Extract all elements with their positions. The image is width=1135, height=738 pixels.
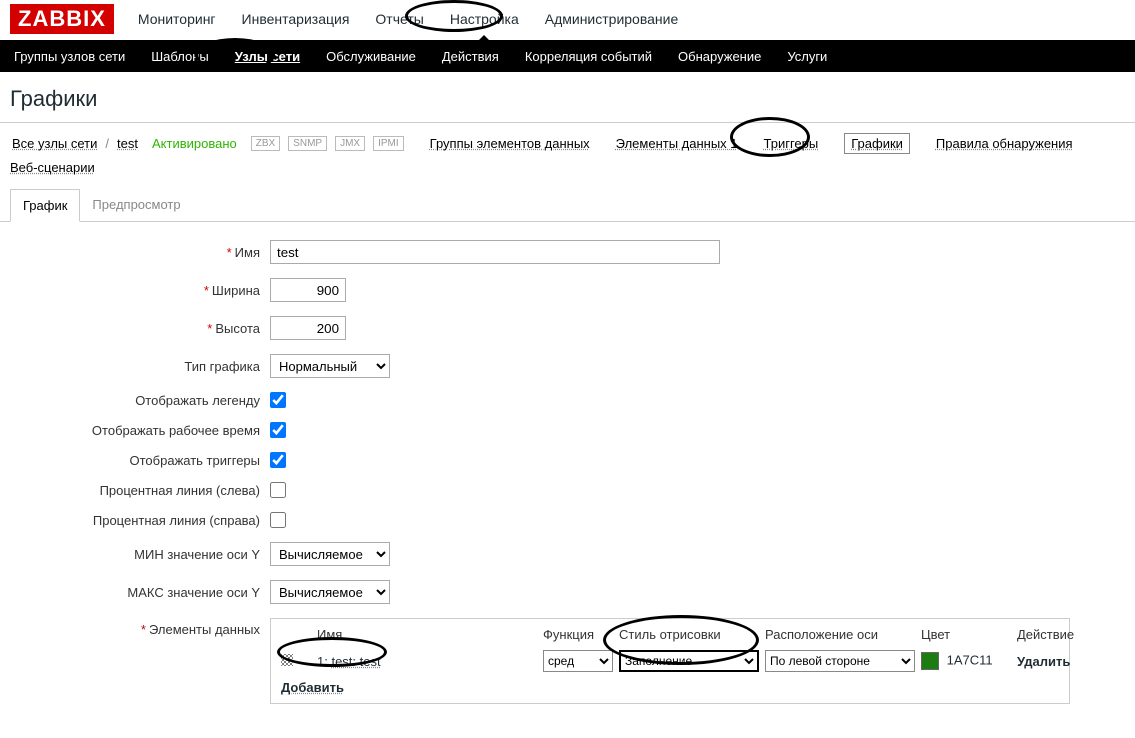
hostnav-discovery-rules[interactable]: Правила обнаружения xyxy=(936,136,1073,151)
maintab-config[interactable]: Настройка xyxy=(444,7,525,31)
crumb-host[interactable]: test xyxy=(115,136,140,151)
maintab-inventory[interactable]: Инвентаризация xyxy=(236,7,356,31)
subtab-maintenance[interactable]: Обслуживание xyxy=(322,43,420,70)
item-index: 1: xyxy=(317,654,328,669)
col-axis: Расположение оси xyxy=(765,627,915,646)
checkbox-percent-left[interactable] xyxy=(270,482,286,498)
inner-tab-graph[interactable]: График xyxy=(10,189,80,222)
select-graph-type[interactable]: Нормальный xyxy=(270,354,390,378)
badge-zbx: ZBX xyxy=(251,136,280,151)
label-percent-left: Процентная линия (слева) xyxy=(10,483,270,498)
subtab-correlation[interactable]: Корреляция событий xyxy=(521,43,656,70)
subtab-discovery[interactable]: Обнаружение xyxy=(674,43,765,70)
items-table: Имя Функция Стиль отрисовки Расположение… xyxy=(270,618,1070,704)
label-items: *Элементы данных xyxy=(10,618,270,637)
label-ymin: МИН значение оси Y xyxy=(10,547,270,562)
color-hex: 1A7C11 xyxy=(947,652,993,667)
crumb-all-hosts[interactable]: Все узлы сети xyxy=(10,136,99,151)
col-func: Функция xyxy=(543,627,613,646)
input-height[interactable] xyxy=(270,316,346,340)
label-show-triggers: Отображать триггеры xyxy=(10,453,270,468)
page-title: Графики xyxy=(0,72,1135,123)
hostnav-applications[interactable]: Группы элементов данных xyxy=(430,136,590,151)
color-swatch[interactable] xyxy=(921,652,939,670)
hostnav-graphs[interactable]: Графики xyxy=(844,133,910,154)
add-item-link[interactable]: Добавить xyxy=(281,680,344,695)
maintab-admin[interactable]: Администрирование xyxy=(539,7,685,31)
input-name[interactable] xyxy=(270,240,720,264)
item-name-link[interactable]: test: test xyxy=(331,654,380,669)
table-row: 1: test: test сред Заполнение По левой с… xyxy=(281,650,1059,672)
select-ymin[interactable]: Вычисляемое xyxy=(270,542,390,566)
label-height: *Высота xyxy=(10,321,270,336)
label-show-legend: Отображать легенду xyxy=(10,393,270,408)
subtab-actions[interactable]: Действия xyxy=(438,43,503,70)
checkbox-percent-right[interactable] xyxy=(270,512,286,528)
input-width[interactable] xyxy=(270,278,346,302)
select-func[interactable]: сред xyxy=(543,650,613,672)
col-name: Имя xyxy=(317,627,537,646)
crumb-sep: / xyxy=(105,136,109,151)
inner-tab-preview[interactable]: Предпросмотр xyxy=(80,189,192,221)
badge-jmx: JMX xyxy=(335,136,365,151)
label-show-worktime: Отображать рабочее время xyxy=(10,423,270,438)
checkbox-show-triggers[interactable] xyxy=(270,452,286,468)
select-axis-side[interactable]: По левой стороне xyxy=(765,650,915,672)
subtab-hostgroups[interactable]: Группы узлов сети xyxy=(10,43,129,70)
label-name: *Имя xyxy=(10,245,270,260)
host-status: Активировано xyxy=(152,136,237,151)
maintab-reports[interactable]: Отчеты xyxy=(369,7,429,31)
maintab-monitoring[interactable]: Мониторинг xyxy=(132,7,222,31)
hostnav-triggers[interactable]: Триггеры xyxy=(764,136,819,151)
checkbox-show-worktime[interactable] xyxy=(270,422,286,438)
label-ymax: МАКС значение оси Y xyxy=(10,585,270,600)
checkbox-show-legend[interactable] xyxy=(270,392,286,408)
drag-handle-icon[interactable] xyxy=(281,654,293,666)
hostnav-web[interactable]: Веб-сценарии xyxy=(10,160,95,175)
delete-item-link[interactable]: Удалить xyxy=(1017,654,1087,669)
select-draw-style[interactable]: Заполнение xyxy=(619,650,759,672)
col-color: Цвет xyxy=(921,627,1011,646)
select-ymax[interactable]: Вычисляемое xyxy=(270,580,390,604)
label-width: *Ширина xyxy=(10,283,270,298)
badge-ipmi: IPMI xyxy=(373,136,404,151)
label-percent-right: Процентная линия (справа) xyxy=(10,513,270,528)
label-graph-type: Тип графика xyxy=(10,359,270,374)
col-style: Стиль отрисовки xyxy=(619,627,759,646)
subtab-hosts[interactable]: Узлы сети xyxy=(231,43,304,70)
subtab-services[interactable]: Услуги xyxy=(783,43,831,70)
badge-snmp: SNMP xyxy=(288,136,327,151)
col-action: Действие xyxy=(1017,627,1087,646)
hostnav-items[interactable]: Элементы данных 1 xyxy=(616,136,738,151)
subtab-templates[interactable]: Шаблоны xyxy=(147,43,213,70)
logo[interactable]: ZABBIX xyxy=(10,4,114,34)
